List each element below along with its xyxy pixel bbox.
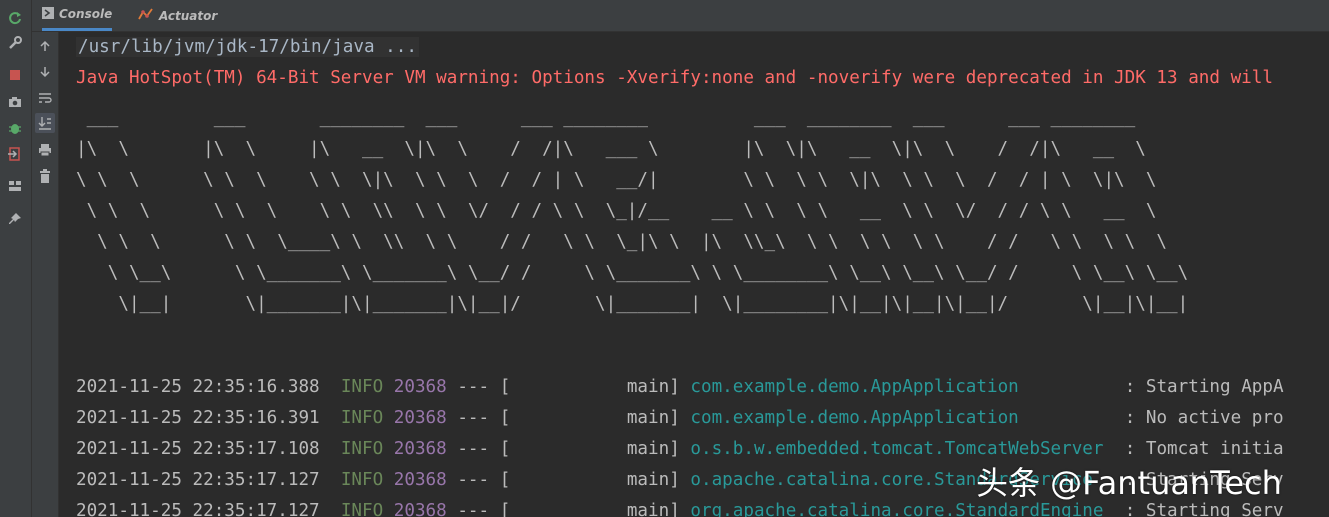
log-level: INFO [340, 501, 384, 517]
log-class[interactable]: com.example.demo.AppApplication [690, 377, 1114, 397]
banner-line: \ \ \ \ \ \____\ \ \\ \ \ / / \ \ \_|\ \… [76, 232, 1168, 252]
log-class[interactable]: o.s.b.w.embedded.tomcat.TomcatWebServer [690, 439, 1114, 459]
pin-icon[interactable] [5, 209, 25, 229]
tab-label: Actuator [159, 8, 218, 23]
log-pid: 20368 [393, 470, 447, 490]
debug-bug-icon[interactable] [5, 118, 25, 138]
log-separator: --- [457, 408, 490, 428]
log-timestamp: 2021-11-25 22:35:17.127 [76, 470, 320, 490]
trash-icon[interactable] [35, 166, 55, 186]
banner-line: \ \__\ \ \_______\ \_______\ \__/ / \ \_… [76, 263, 1189, 283]
log-separator: --- [457, 470, 490, 490]
layout-icon[interactable] [5, 176, 25, 196]
log-message: : Starting AppA [1124, 377, 1284, 397]
console-toolbar [32, 32, 59, 517]
log-thread: [ main] [499, 501, 680, 517]
run-tool-window: Console Actuator /usr/lib/jvm/jdk-17/bin… [0, 0, 1329, 517]
tab-label: Console [59, 7, 113, 21]
log-message: : No active pro [1124, 408, 1284, 428]
log-pid: 20368 [393, 439, 447, 459]
banner-line: |\ \ |\ \ |\ __ \|\ \ / /|\ ___ \ |\ \|\… [76, 139, 1146, 159]
log-timestamp: 2021-11-25 22:35:16.388 [76, 377, 320, 397]
log-separator: --- [457, 439, 490, 459]
watermark: 头条 @FantuanTech [976, 464, 1282, 502]
banner-line: \|__| \|_______|\|_______|\|__|/ \|_____… [76, 294, 1189, 314]
log-timestamp: 2021-11-25 22:35:17.108 [76, 439, 320, 459]
log-level: INFO [340, 408, 384, 428]
log-class[interactable]: com.example.demo.AppApplication [690, 408, 1114, 428]
banner-line: \ \ \ \ \ \ \ \ \\ \ \ \/ / / \ \ \_|/__… [76, 201, 1157, 221]
jvm-warning: Java HotSpot(TM) 64-Bit Server VM warnin… [76, 68, 1273, 88]
stop-icon[interactable] [5, 65, 25, 85]
tab-actuator[interactable]: Actuator [138, 0, 217, 31]
down-arrow-icon[interactable] [35, 62, 55, 82]
log-pid: 20368 [393, 377, 447, 397]
banner-line: \ \ \ \ \ \ \ \ \|\ \ \ \ / / | \ __/| \… [76, 170, 1157, 190]
scroll-to-end-icon[interactable] [35, 113, 55, 133]
log-message: : Tomcat initia [1124, 439, 1284, 459]
log-level: INFO [340, 470, 384, 490]
log-separator: --- [457, 377, 490, 397]
banner-line: ___ ___ ________ ___ ___ ________ ___ __… [76, 108, 1136, 128]
up-arrow-icon[interactable] [35, 36, 55, 56]
log-separator: --- [457, 501, 490, 517]
actuator-icon [138, 7, 154, 24]
log-line: 2021-11-25 22:35:16.391 INFO 20368 --- [… [76, 403, 1284, 434]
exit-icon[interactable] [5, 144, 25, 164]
log-line: 2021-11-25 22:35:16.388 INFO 20368 --- [… [76, 372, 1284, 403]
tab-bar: Console Actuator [32, 0, 1329, 32]
camera-icon[interactable] [5, 92, 25, 112]
ascii-banner: ___ ___ ________ ___ ___ ________ ___ __… [76, 103, 1188, 320]
log-pid: 20368 [393, 408, 447, 428]
log-timestamp: 2021-11-25 22:35:16.391 [76, 408, 320, 428]
log-level: INFO [340, 439, 384, 459]
settings-wrench-icon[interactable] [5, 33, 25, 53]
console-output[interactable]: /usr/lib/jvm/jdk-17/bin/java ... Java Ho… [59, 32, 1329, 517]
rerun-icon[interactable] [5, 8, 25, 28]
log-level: INFO [340, 377, 384, 397]
log-timestamp: 2021-11-25 22:35:17.127 [76, 501, 320, 517]
tab-console[interactable]: Console [42, 0, 113, 31]
log-thread: [ main] [499, 408, 680, 428]
soft-wrap-icon[interactable] [35, 88, 55, 108]
log-pid: 20368 [393, 501, 447, 517]
command-text[interactable]: /usr/lib/jvm/jdk-17/bin/java ... [76, 37, 419, 57]
console-icon [42, 6, 54, 22]
log-thread: [ main] [499, 439, 680, 459]
run-toolbar [0, 0, 32, 517]
print-icon[interactable] [35, 140, 55, 160]
command-line[interactable]: /usr/lib/jvm/jdk-17/bin/java ... [76, 32, 419, 63]
log-thread: [ main] [499, 470, 680, 490]
log-thread: [ main] [499, 377, 680, 397]
